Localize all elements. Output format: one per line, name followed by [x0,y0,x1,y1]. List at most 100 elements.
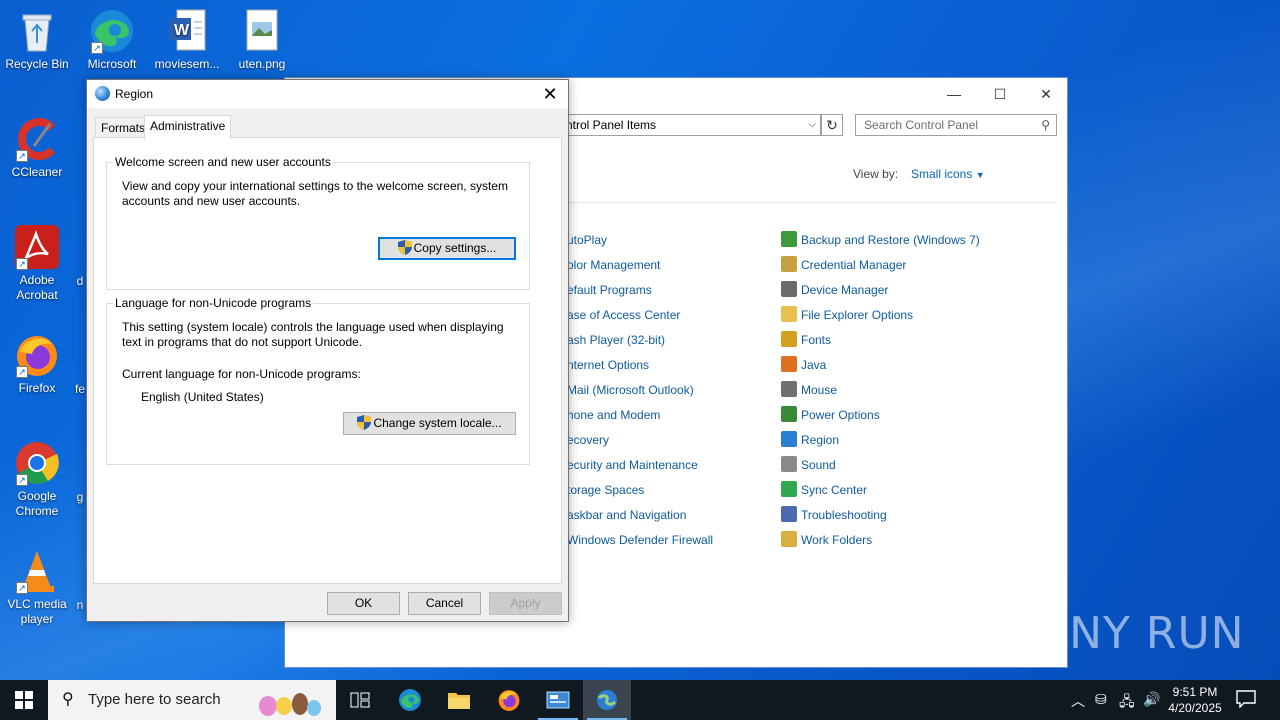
network-drive-icon[interactable]: ⛁ [1095,691,1107,708]
cp-item-label: Device Manager [801,283,889,297]
search-input[interactable]: Search Control Panel ⚲ [855,114,1057,136]
ok-button[interactable]: OK [327,592,400,615]
taskbar-file-explorer[interactable] [435,680,483,720]
cp-left-item[interactable]: ase of Access Center [567,306,680,324]
edge-icon: ↗ [89,8,135,54]
edge-icon [399,689,421,711]
taskbar-region[interactable] [583,680,631,720]
shortcut-arrow-icon: ↗ [16,258,28,270]
cp-right-item[interactable]: Power Options [781,406,880,424]
cp-left-item[interactable]: torage Spaces [567,481,644,499]
taskbar-clock[interactable]: 9:51 PM 4/20/2025 [1162,684,1228,716]
network-icon[interactable]: 🖧 [1119,691,1135,715]
view-by-dropdown[interactable]: Small icons ▼ [911,167,985,181]
cp-item-label: Credential Manager [801,258,907,272]
cp-left-item[interactable]: hone and Modem [567,406,660,424]
taskbar: ⚲ Type here to search ︿ ⛁ 🖧 🔊 9:51 PM 4/… [0,680,1280,720]
refresh-button[interactable]: ↻ [821,114,843,136]
control-panel-item-icon [781,406,797,422]
cp-right-item[interactable]: Device Manager [781,281,888,299]
desktop-icon-word-doc[interactable]: W moviesem... [150,8,224,72]
view-by-label: View by: [853,167,899,181]
cp-right-item[interactable]: Troubleshooting [781,506,887,524]
desktop-icon-chrome[interactable]: ↗ Google Chrome [0,440,74,519]
taskbar-edge[interactable] [386,680,434,720]
cp-item-label: Power Options [801,408,880,422]
cp-left-item[interactable]: askbar and Navigation [567,506,686,524]
cp-item-label: Fonts [801,333,832,347]
cp-right-item[interactable]: Work Folders [781,531,872,549]
taskbar-search-placeholder: Type here to search [88,691,221,708]
cp-right-item[interactable]: File Explorer Options [781,306,913,324]
cp-left-item[interactable]: ecurity and Maintenance [567,456,698,474]
taskbar-control-panel[interactable] [534,680,582,720]
cp-left-item[interactable]: ecovery [567,431,609,449]
minimize-button[interactable]: — [931,84,977,104]
desktop-icon-label: uten.png [238,57,286,71]
current-language-label: Current language for non-Unicode program… [122,367,361,381]
folder-icon [448,693,470,709]
copy-settings-label: Copy settings... [413,241,497,255]
region-dialog[interactable]: Region ✕ Formats Administrative Welcome … [86,79,569,622]
tab-administrative[interactable]: Administrative [144,115,232,139]
cp-right-item[interactable]: Region [781,431,839,449]
cp-item-label: Work Folders [801,533,873,547]
cancel-button[interactable]: Cancel [408,592,481,615]
cp-item-label: Java [801,358,827,372]
search-icon: ⚲ [62,691,74,708]
apply-button[interactable]: Apply [489,592,562,615]
change-system-locale-button[interactable]: Change system locale... [343,412,516,435]
chrome-icon: ↗ [14,440,60,486]
close-button[interactable]: ✕ [540,84,560,104]
cp-right-item[interactable]: Credential Manager [781,256,906,274]
globe-icon [597,690,617,710]
desktop-icon-edge[interactable]: ↗ Microsoft Edge [75,8,149,72]
desktop-icon-label: Recycle Bin [5,57,69,71]
close-button[interactable]: ✕ [1023,84,1069,104]
desktop-icon-png-file[interactable]: uten.png [225,8,299,72]
maximize-button[interactable]: ☐ [977,84,1023,104]
cp-right-item[interactable]: Fonts [781,331,831,349]
notification-center-button[interactable] [1236,690,1258,710]
cp-right-item[interactable]: Java [781,356,826,374]
desktop-icon-ccleaner[interactable]: ↗ CCleaner [0,116,74,180]
control-panel-item-icon [781,231,797,247]
chevron-down-icon[interactable]: ⌵ [808,115,816,135]
cp-left-item[interactable]: nternet Options [567,356,649,374]
taskbar-firefox[interactable] [485,680,533,720]
cp-right-item[interactable]: Sync Center [781,481,867,499]
taskbar-search-box[interactable]: ⚲ Type here to search [48,680,336,720]
copy-settings-button[interactable]: Copy settings... [378,237,516,260]
word-doc-icon: W [164,8,210,54]
cp-right-item[interactable]: Mouse [781,381,837,399]
cp-left-item[interactable]: ash Player (32-bit) [567,331,665,349]
desktop-icon-recycle-bin[interactable]: Recycle Bin [0,8,74,72]
acrobat-icon: ↗ [14,224,60,270]
welcome-description-line2: accounts and new user accounts. [122,194,301,208]
chevron-up-icon[interactable]: ︿ [1071,691,1085,711]
tab-formats[interactable]: Formats [95,117,152,139]
easter-decoration-icon [259,693,321,716]
recycle-bin-icon [14,8,60,54]
task-view-button[interactable] [336,680,384,720]
cp-left-item[interactable]: utoPlay [567,231,607,249]
task-view-icon [350,692,370,708]
cp-right-item[interactable]: Sound [781,456,836,474]
firefox-icon: ↗ [14,332,60,378]
address-bar[interactable]: ntrol Panel Items ⌵ [557,114,821,136]
control-panel-item-icon [781,431,797,447]
cp-left-item[interactable]: efault Programs [567,281,652,299]
change-locale-label: Change system locale... [373,416,502,430]
desktop-icon-vlc[interactable]: ↗ VLC media player [0,548,74,627]
dialog-titlebar[interactable]: Region ✕ [87,80,568,108]
desktop-icon-acrobat[interactable]: ↗ Adobe Acrobat [0,224,74,303]
cp-left-item[interactable]: olor Management [567,256,660,274]
cp-item-label: File Explorer Options [801,308,914,322]
cp-right-item[interactable]: Backup and Restore (Windows 7) [781,231,980,249]
volume-icon[interactable]: 🔊 [1143,691,1160,708]
start-button[interactable] [0,680,48,720]
cp-left-item[interactable]: Mail (Microsoft Outlook) [567,381,694,399]
control-panel-item-icon [781,481,797,497]
cp-left-item[interactable]: Windows Defender Firewall [567,531,713,549]
ccleaner-icon: ↗ [14,116,60,162]
